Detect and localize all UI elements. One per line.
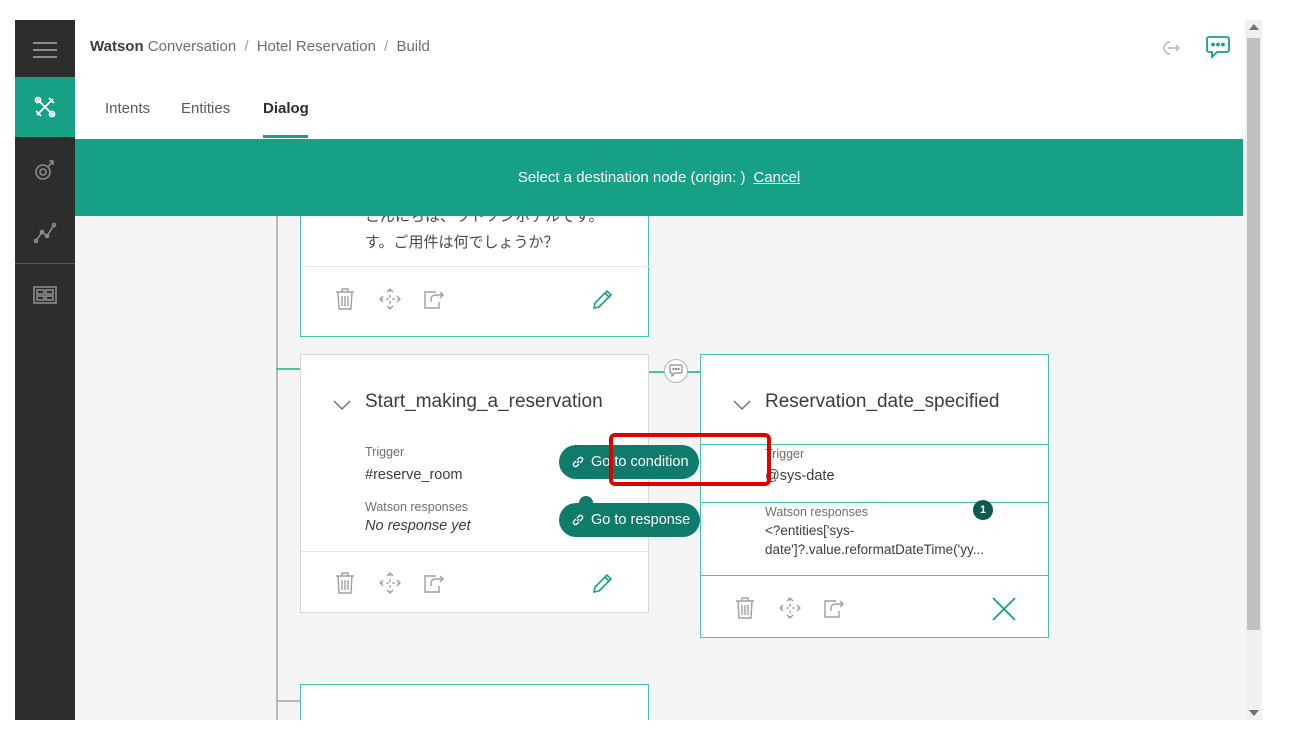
trigger-value[interactable]: @sys-date — [765, 468, 835, 484]
go-to-response-label: Go to response — [591, 512, 691, 528]
menu-icon — [33, 42, 57, 58]
app-window: Watson Conversation / Hotel Reservation … — [15, 20, 1262, 720]
build-tools-icon — [34, 96, 56, 118]
deploy-icon — [33, 286, 57, 304]
move-icon — [779, 597, 801, 619]
breadcrumb-workspace[interactable]: Hotel Reservation — [257, 38, 376, 55]
tab-entities[interactable]: Entities — [181, 100, 230, 117]
highlight-box — [609, 433, 771, 486]
welcome-response-line2: す。ご用件は何でしょうか？ — [365, 234, 559, 251]
chat-button[interactable] — [1205, 34, 1231, 65]
edit-node-button[interactable] — [591, 571, 615, 600]
analytics-icon — [33, 222, 57, 244]
jump-to-icon — [424, 291, 444, 309]
move-node-button[interactable] — [778, 596, 802, 625]
responses-label: Watson responses — [365, 500, 469, 514]
trash-icon — [336, 572, 354, 594]
dialog-canvas: こんにちは、ワトソンホテルです。 す。ご用件は何でしょうか？ Start_mak… — [75, 216, 1245, 720]
improve-nav-button[interactable] — [15, 140, 75, 200]
node-footer-divider — [701, 575, 1049, 576]
delete-node-button[interactable] — [334, 287, 356, 316]
close-node-button[interactable] — [991, 596, 1017, 627]
link-icon — [572, 514, 584, 526]
node-footer-divider — [301, 266, 649, 267]
trigger-value[interactable]: #reserve_room — [365, 467, 463, 483]
node-connector — [276, 368, 300, 370]
jump-to-icon — [424, 575, 444, 593]
move-icon — [379, 288, 401, 310]
edit-icon — [592, 289, 613, 310]
edit-icon — [592, 573, 613, 594]
welcome-response-line1: こんにちは、ワトソンホテルです。 — [365, 216, 604, 225]
node-welcome[interactable]: こんにちは、ワトソンホテルです。 す。ご用件は何でしょうか？ — [300, 216, 649, 337]
vertical-scrollbar[interactable] — [1245, 20, 1262, 720]
node-footer-divider — [301, 551, 649, 552]
close-icon — [992, 597, 1016, 621]
breadcrumb: Watson Conversation / Hotel Reservation … — [90, 38, 430, 55]
tree-connector-line — [276, 216, 278, 720]
responses-value[interactable]: No response yet — [365, 518, 471, 534]
response-count-badge: 1 — [973, 500, 993, 520]
chevron-down-icon — [733, 400, 751, 410]
breadcrumb-separator: / — [384, 38, 389, 55]
responses-line2[interactable]: date']?.value.reformatDateTime('yy... — [765, 542, 984, 557]
responses-line1[interactable]: <?entities['sys- — [765, 523, 854, 538]
move-node-button[interactable] — [378, 287, 402, 316]
node-reservation-date-specified[interactable]: Reservation_date_specified Trigger @sys-… — [700, 354, 1049, 638]
analytics-nav-button[interactable] — [15, 202, 75, 262]
collapse-node-button[interactable] — [333, 397, 351, 415]
go-to-response-button[interactable]: Go to response — [559, 503, 701, 537]
destination-banner: Select a destination node (origin: ) Can… — [75, 139, 1243, 216]
node-connector — [276, 700, 300, 702]
active-tab-indicator — [263, 135, 308, 138]
breadcrumb-product[interactable]: Conversation — [148, 38, 236, 55]
trigger-label: Trigger — [365, 445, 405, 459]
chat-bubble-icon — [669, 364, 683, 378]
node-title[interactable]: Reservation_date_specified — [765, 391, 1000, 413]
scroll-thumb[interactable] — [1247, 38, 1260, 630]
breadcrumb-brand: Watson — [90, 38, 144, 55]
move-icon — [379, 572, 401, 594]
delete-node-button[interactable] — [334, 571, 356, 600]
node-title[interactable]: Start_making_a_reservation — [365, 391, 603, 413]
scroll-down-arrow[interactable] — [1249, 710, 1259, 716]
jump-to-button[interactable] — [422, 572, 446, 599]
banner-message: Select a destination node (origin: ) — [517, 169, 746, 186]
link-icon — [572, 456, 584, 468]
responses-label: Watson responses — [765, 505, 869, 519]
chat-icon — [1206, 36, 1230, 60]
deploy-nav-button[interactable] — [15, 265, 75, 325]
jump-to-button[interactable] — [422, 288, 446, 315]
response-connector-button[interactable] — [664, 359, 688, 383]
node-start-making-reservation[interactable]: Start_making_a_reservation Trigger #rese… — [300, 354, 649, 613]
build-nav-button[interactable] — [15, 77, 75, 137]
improve-icon — [35, 160, 54, 180]
jump-to-icon — [824, 600, 844, 618]
left-rail — [15, 20, 75, 720]
node-next[interactable] — [300, 684, 649, 720]
edit-node-button[interactable] — [591, 287, 615, 316]
cancel-link[interactable]: Cancel — [753, 169, 800, 186]
tab-dialog[interactable]: Dialog — [263, 100, 309, 117]
scroll-up-arrow[interactable] — [1249, 24, 1259, 30]
collapse-node-button[interactable] — [733, 397, 751, 415]
trash-icon — [736, 597, 754, 619]
chevron-down-icon — [333, 400, 351, 410]
move-node-button[interactable] — [378, 571, 402, 600]
menu-button[interactable] — [15, 20, 75, 80]
delete-node-button[interactable] — [734, 596, 756, 625]
header: Watson Conversation / Hotel Reservation … — [75, 20, 1245, 140]
section-divider — [701, 502, 1049, 503]
rail-divider — [15, 263, 75, 264]
trash-icon — [336, 288, 354, 310]
breadcrumb-page: Build — [396, 38, 430, 55]
exit-icon — [1163, 41, 1180, 55]
breadcrumb-separator: / — [244, 38, 249, 55]
exit-button[interactable] — [1161, 40, 1181, 61]
tab-intents[interactable]: Intents — [105, 100, 150, 117]
jump-to-button[interactable] — [822, 597, 846, 624]
